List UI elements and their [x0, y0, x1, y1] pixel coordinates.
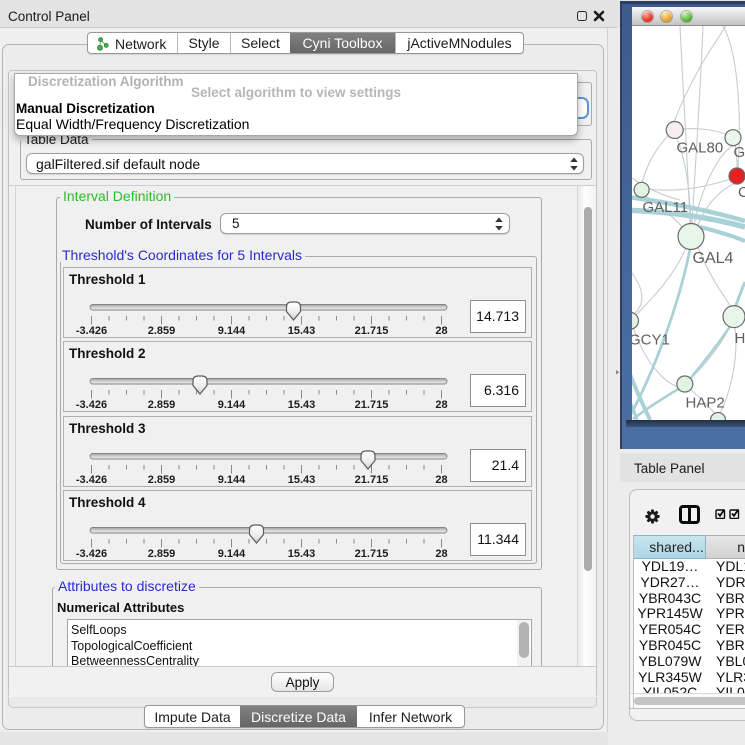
- svg-text:15.43: 15.43: [288, 399, 316, 411]
- svg-text:GCY1: GCY1: [632, 332, 670, 349]
- svg-text:2.859: 2.859: [148, 548, 176, 560]
- svg-text:HS: HS: [735, 330, 745, 347]
- svg-text:GAL4: GAL4: [693, 250, 734, 267]
- svg-text:21.715: 21.715: [355, 399, 389, 411]
- svg-text:2.859: 2.859: [148, 325, 176, 337]
- svg-text:21.715: 21.715: [355, 548, 389, 560]
- svg-text:-3.426: -3.426: [76, 548, 107, 560]
- svg-text:2.859: 2.859: [148, 399, 176, 411]
- svg-text:GAL80: GAL80: [677, 140, 724, 157]
- svg-text:28: 28: [435, 399, 447, 411]
- svg-text:15.43: 15.43: [288, 474, 316, 486]
- svg-text:-3.426: -3.426: [76, 399, 107, 411]
- svg-text:28: 28: [435, 325, 447, 337]
- svg-text:21.715: 21.715: [355, 325, 389, 337]
- svg-text:15.43: 15.43: [288, 548, 316, 560]
- svg-text:28: 28: [435, 548, 447, 560]
- svg-text:HAP2: HAP2: [686, 395, 725, 412]
- svg-text:GA: GA: [734, 144, 745, 161]
- svg-text:-3.426: -3.426: [76, 325, 107, 337]
- svg-text:9.144: 9.144: [218, 399, 246, 411]
- svg-text:9.144: 9.144: [218, 474, 246, 486]
- svg-text:9.144: 9.144: [218, 548, 246, 560]
- svg-text:C: C: [738, 184, 745, 201]
- svg-text:28: 28: [435, 474, 447, 486]
- svg-text:21.715: 21.715: [355, 474, 389, 486]
- svg-text:GAL11: GAL11: [643, 199, 689, 216]
- svg-text:9.144: 9.144: [218, 325, 246, 337]
- svg-text:2.859: 2.859: [148, 474, 176, 486]
- svg-text:-3.426: -3.426: [76, 474, 107, 486]
- svg-text:15.43: 15.43: [288, 325, 316, 337]
